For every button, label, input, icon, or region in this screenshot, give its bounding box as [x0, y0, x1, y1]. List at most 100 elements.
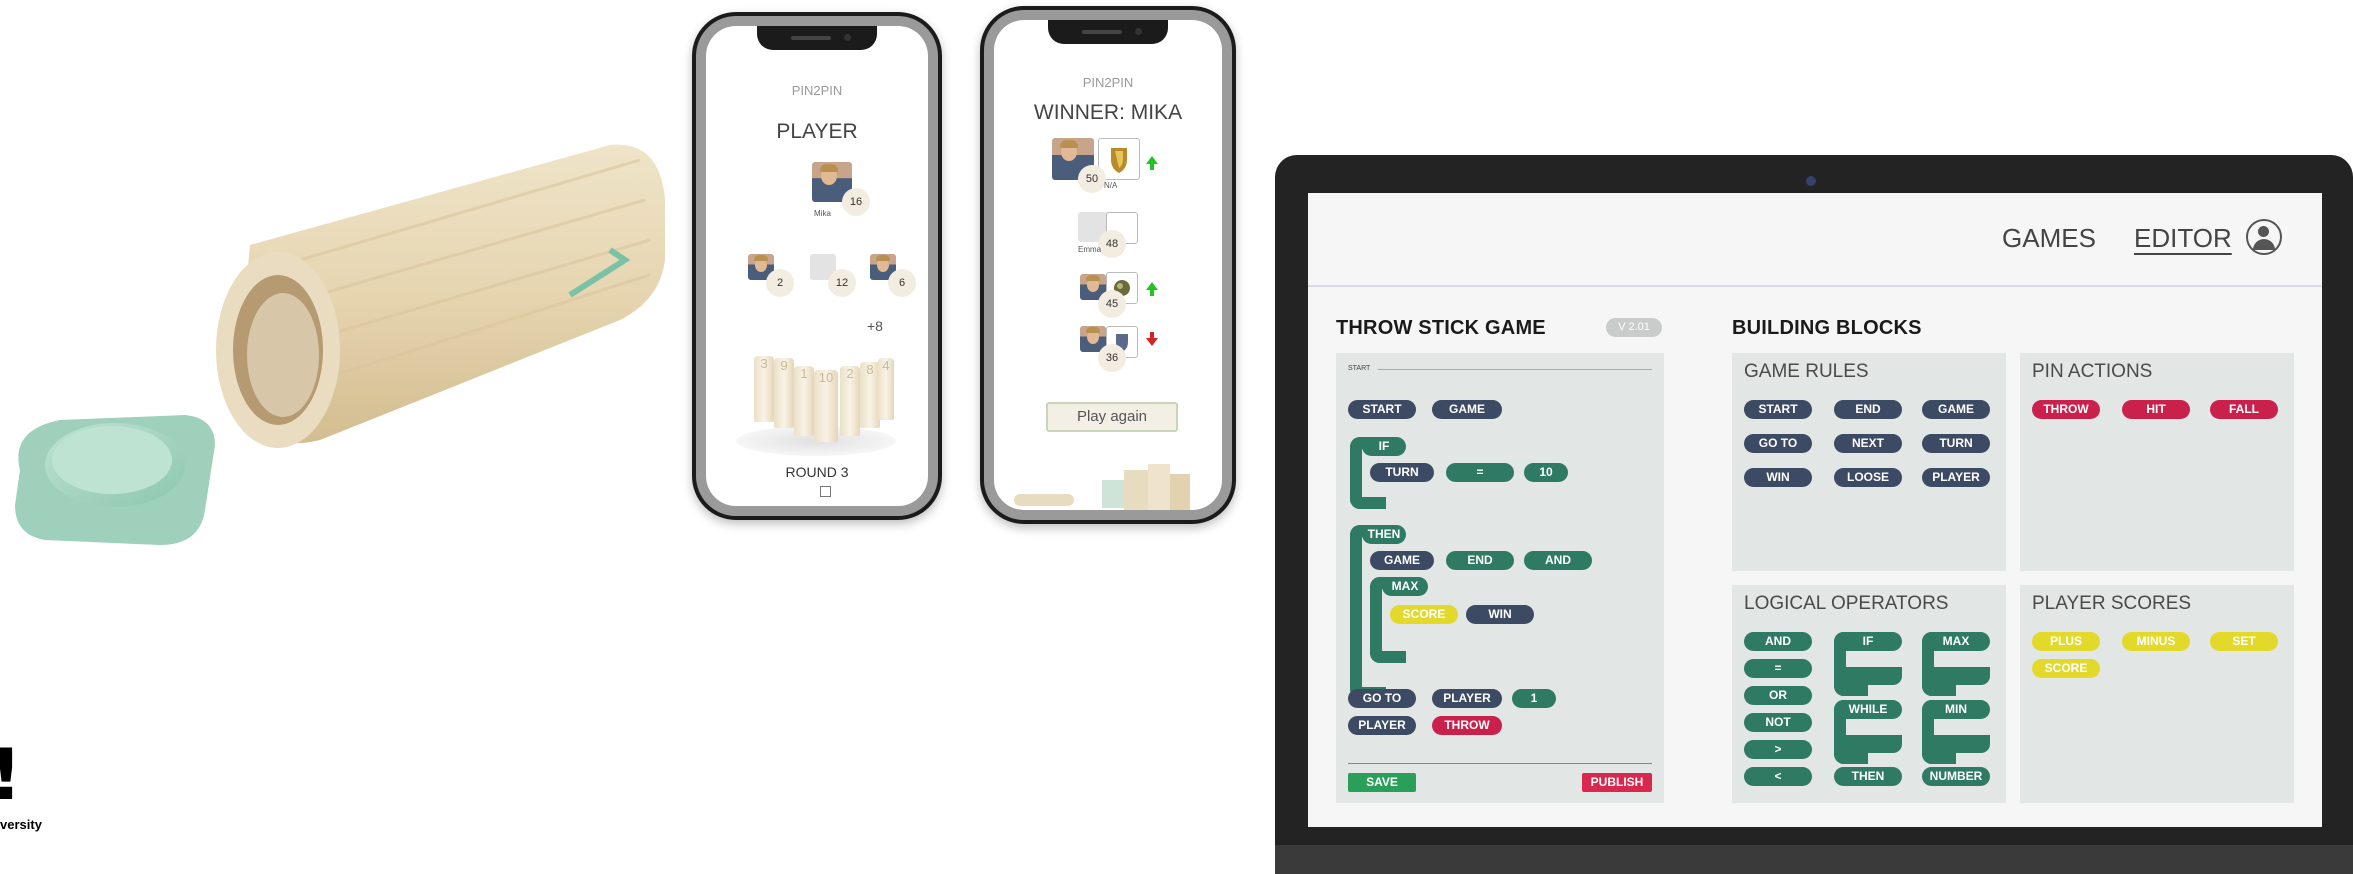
round-label: ROUND 3 [785, 464, 849, 480]
block-min[interactable]: MIN [1922, 700, 1990, 719]
block-player[interactable]: PLAYER [1348, 716, 1416, 735]
block-score[interactable]: SCORE [2032, 659, 2100, 678]
app-brand: PIN2PIN [1082, 75, 1134, 90]
phone-notch [757, 26, 877, 50]
block-plus[interactable]: PLUS [2032, 632, 2100, 651]
nav-games[interactable]: GAMES [2002, 223, 2096, 254]
wooden-tube [216, 144, 665, 448]
block-and[interactable]: AND [1524, 551, 1592, 570]
player-name: Emma [1078, 245, 1102, 254]
divider [1348, 763, 1652, 764]
trend-down-icon [1146, 332, 1158, 346]
nav-editor[interactable]: EDITOR [2134, 223, 2232, 254]
block-next[interactable]: NEXT [1834, 434, 1902, 453]
block-if[interactable]: IF [1362, 437, 1406, 456]
block-min-footer[interactable] [1922, 735, 1990, 753]
block-number[interactable]: 1 [1512, 689, 1556, 708]
block-game[interactable]: GAME [1432, 400, 1502, 419]
panel-title: PIN ACTIONS [2032, 361, 2153, 382]
block-then[interactable]: THEN [1362, 525, 1406, 544]
block-player[interactable]: PLAYER [1432, 689, 1502, 708]
pin: 4 [878, 358, 894, 420]
panel-title: PLAYER SCORES [2032, 593, 2192, 614]
block-throw[interactable]: THROW [1432, 716, 1502, 735]
player-score: 12 [828, 269, 856, 297]
webcam [1806, 176, 1816, 186]
block-start[interactable]: START [1744, 400, 1812, 419]
block-hit[interactable]: HIT [2122, 400, 2190, 419]
block-fall[interactable]: FALL [2210, 400, 2278, 419]
trend-up-icon [1146, 156, 1158, 170]
player-score: 45 [1098, 290, 1126, 318]
block-and[interactable]: AND [1744, 632, 1812, 651]
panel-pin-actions: PIN ACTIONS THROW HIT FALL [2020, 353, 2294, 571]
player-score: 48 [1098, 230, 1126, 258]
pins-illustration: 3 9 1 10 2 8 4 [736, 346, 896, 466]
player-score: 36 [1098, 344, 1126, 372]
block-max[interactable]: MAX [1382, 577, 1428, 596]
block-set[interactable]: SET [2210, 632, 2278, 651]
top-navigation: GAMES EDITOR [1308, 193, 2322, 287]
page-title: PLAYER [776, 120, 858, 143]
block-greater[interactable]: > [1744, 740, 1812, 759]
phone-player-screen: PIN2PIN PLAYER 16 Mika 2 12 6 +8 3 9 1 1… [692, 12, 942, 520]
block-max-footer[interactable] [1922, 667, 1990, 685]
logo-text: versity [0, 817, 42, 832]
publish-button[interactable]: PUBLISH [1582, 773, 1652, 792]
block-max[interactable]: MAX [1922, 632, 1990, 651]
block-end[interactable]: END [1834, 400, 1902, 419]
block-while[interactable]: WHILE [1834, 700, 1902, 719]
block-then[interactable]: THEN [1834, 767, 1902, 786]
app-brand: PIN2PIN [791, 83, 843, 98]
block-turn[interactable]: TURN [1370, 463, 1434, 482]
block-score[interactable]: SCORE [1390, 605, 1458, 624]
main-player-name: Mika [814, 209, 831, 218]
trend-up-icon [1146, 282, 1158, 296]
block-throw[interactable]: THROW [2032, 400, 2100, 419]
block-if[interactable]: IF [1834, 632, 1902, 651]
player-score: 2 [766, 269, 794, 297]
block-start[interactable]: START [1348, 400, 1416, 419]
phone-notch [1048, 20, 1168, 44]
block-turn[interactable]: TURN [1922, 434, 1990, 453]
player-score: 50 [1078, 165, 1106, 193]
pin: 1 [794, 366, 814, 436]
editor-screen: GAMES EDITOR THROW STICK GAME V 2.01 STA… [1308, 193, 2322, 827]
block-while-footer[interactable] [1834, 735, 1902, 753]
panel-game-rules: GAME RULES START END GAME GO TO NEXT TUR… [1732, 353, 2006, 571]
badge-label: N/A [1104, 181, 1118, 190]
phone-screen: PIN2PIN PLAYER 16 Mika 2 12 6 +8 3 9 1 1… [706, 26, 928, 506]
block-not[interactable]: NOT [1744, 713, 1812, 732]
block-equals[interactable]: = [1744, 659, 1812, 678]
panel-title: GAME RULES [1744, 361, 1869, 382]
save-button[interactable]: SAVE [1348, 773, 1416, 792]
block-win[interactable]: WIN [1744, 468, 1812, 487]
block-end[interactable]: END [1446, 551, 1514, 570]
block-number[interactable]: NUMBER [1922, 767, 1990, 786]
building-blocks-title: BUILDING BLOCKS [1732, 317, 1922, 339]
edit-icon[interactable] [820, 486, 831, 497]
block-minus[interactable]: MINUS [2122, 632, 2190, 651]
block-win[interactable]: WIN [1466, 605, 1534, 624]
block-game[interactable]: GAME [1370, 551, 1434, 570]
play-again-button[interactable]: Play again [1046, 402, 1178, 432]
block-goto[interactable]: GO TO [1744, 434, 1812, 453]
block-player[interactable]: PLAYER [1922, 468, 1990, 487]
player-score: 6 [888, 269, 916, 297]
block-game[interactable]: GAME [1922, 400, 1990, 419]
pin: 10 [814, 370, 838, 442]
script-canvas[interactable]: START START GAME IF TURN = 10 THEN GAME … [1336, 353, 1664, 803]
block-if-footer[interactable] [1834, 667, 1902, 685]
block-number[interactable]: 10 [1524, 463, 1568, 482]
block-equals[interactable]: = [1446, 463, 1514, 482]
panel-logical-operators: LOGICAL OPERATORS AND = OR NOT > < IF MA… [1732, 585, 2006, 803]
panel-title: LOGICAL OPERATORS [1744, 593, 1949, 614]
block-goto[interactable]: GO TO [1348, 689, 1416, 708]
game-title: THROW STICK GAME [1336, 317, 1546, 339]
user-profile-icon[interactable] [2246, 219, 2282, 255]
canvas-start-label: START [1348, 365, 1371, 372]
block-or[interactable]: OR [1744, 686, 1812, 705]
block-less[interactable]: < [1744, 767, 1812, 786]
pin: 8 [860, 362, 880, 428]
block-loose[interactable]: LOOSE [1834, 468, 1902, 487]
